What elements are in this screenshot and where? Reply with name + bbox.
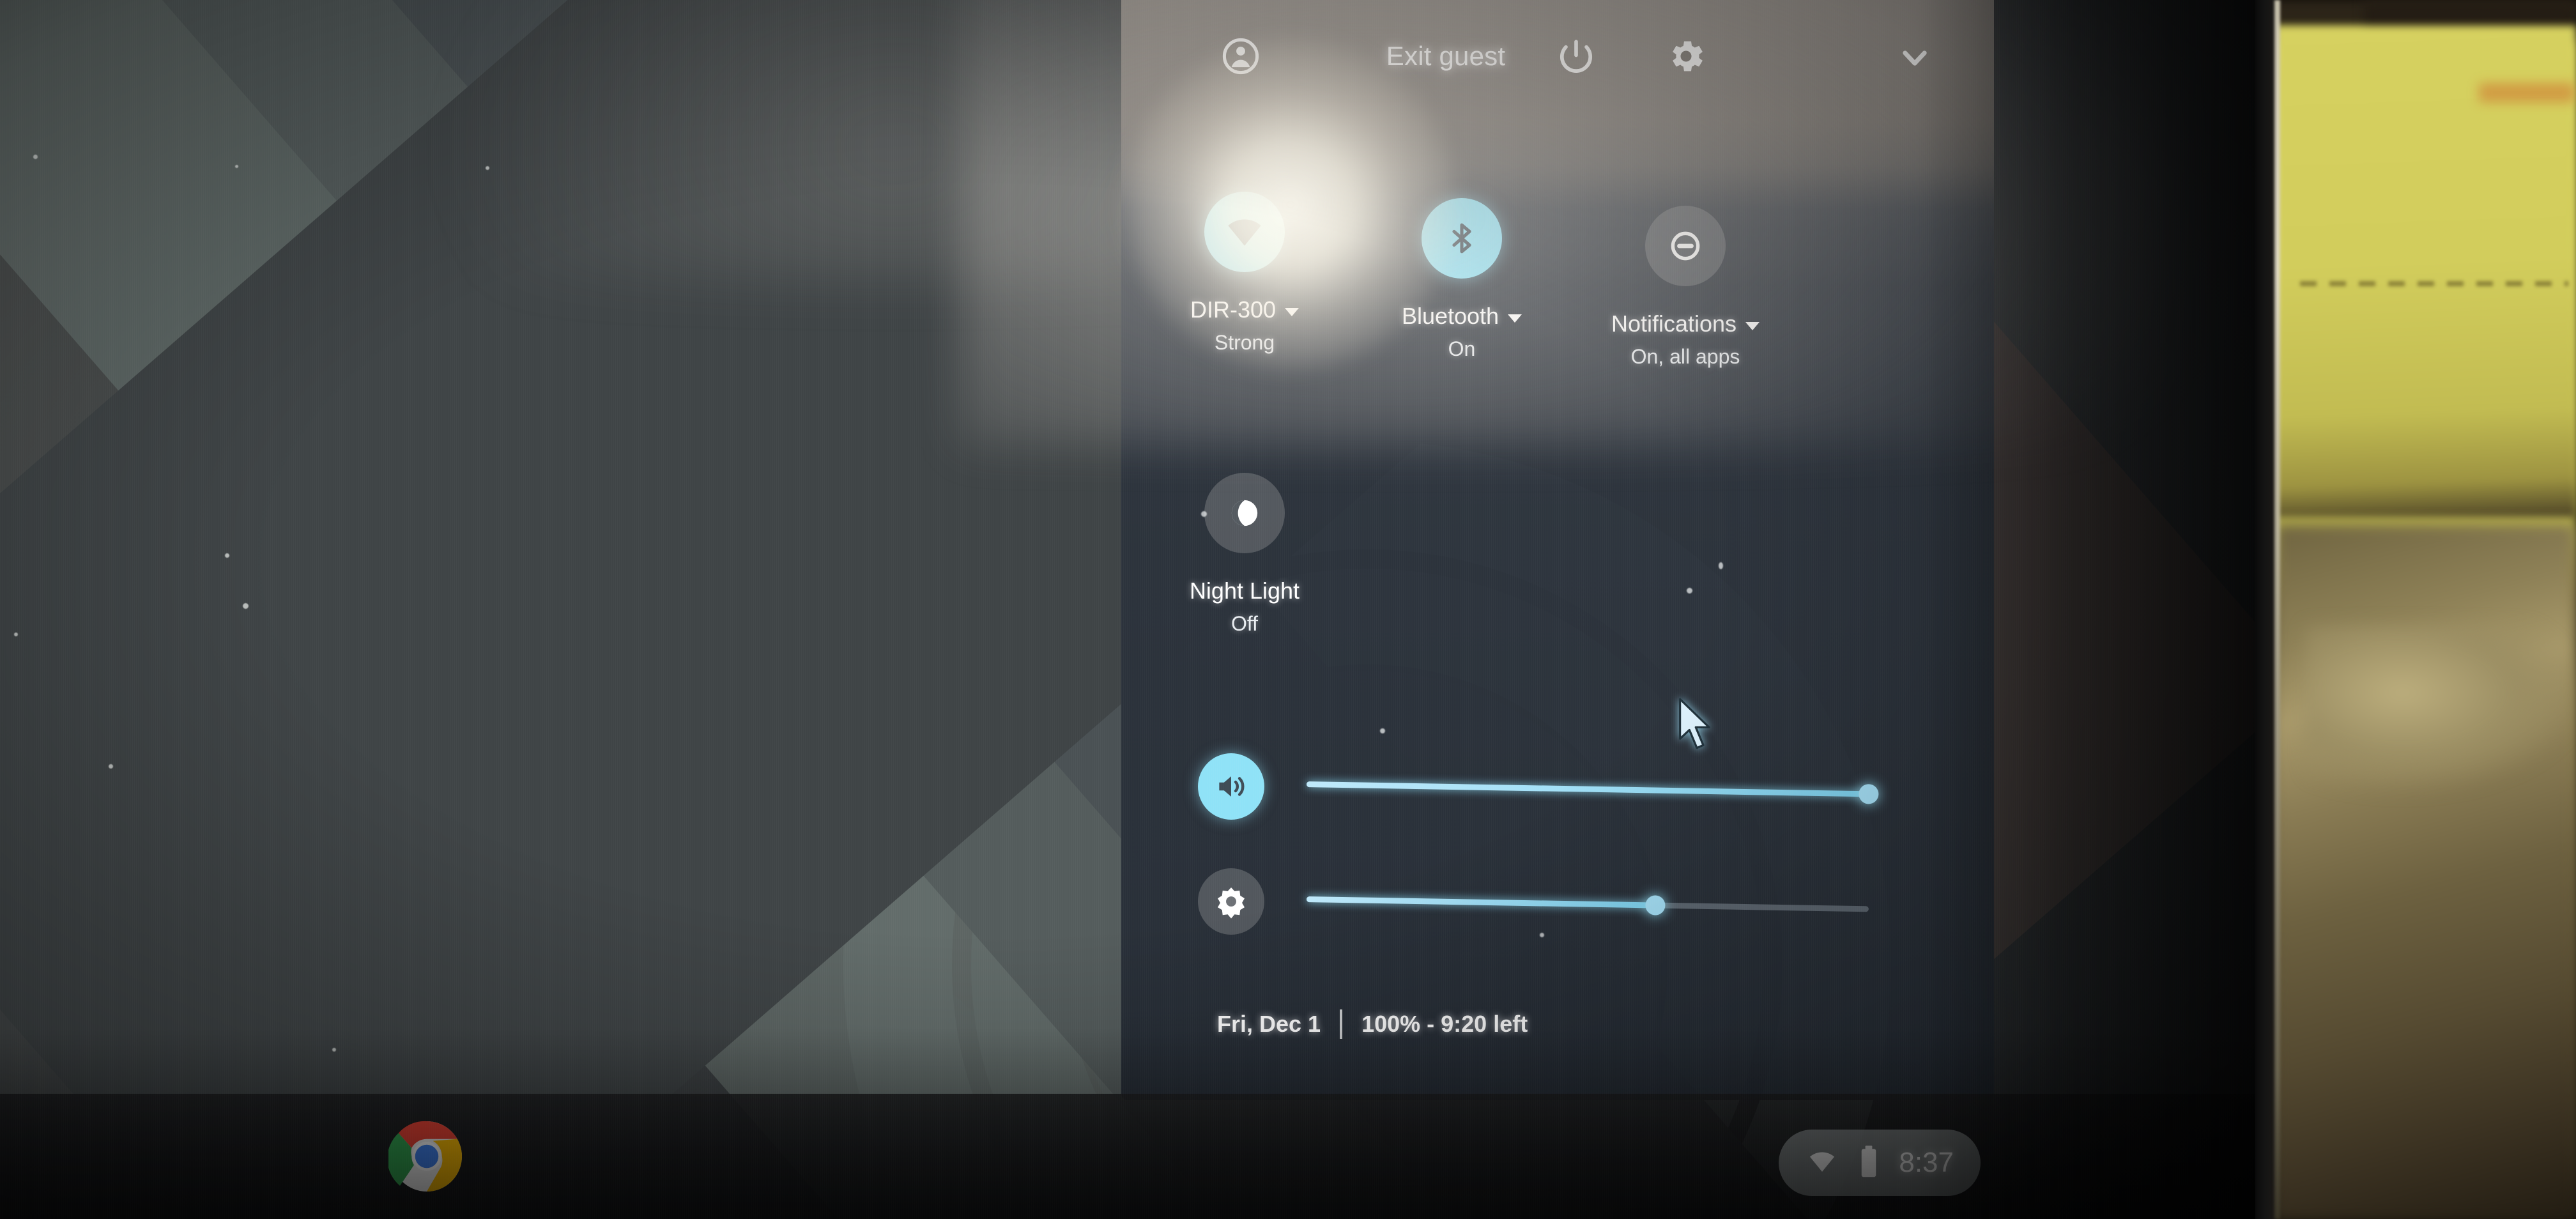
- screen-dust-speck: [1687, 588, 1692, 594]
- volume-slider-track[interactable]: [1306, 781, 1879, 804]
- background-orange-accent: [2479, 83, 2575, 102]
- volume-slider-row[interactable]: [1121, 751, 1994, 827]
- tile-night-light-status: Off: [1230, 612, 1259, 635]
- brightness-slider-fill: [1306, 896, 1655, 908]
- chromebook-screen: Exit guest DIR-300 Strong Bluetooth On N…: [0, 0, 2255, 1219]
- battery-full-icon[interactable]: [1858, 1144, 1880, 1182]
- volume-up-icon[interactable]: [1198, 753, 1264, 820]
- tile-network-label: DIR-300: [1139, 296, 1350, 323]
- brightness-slider-thumb[interactable]: [1644, 895, 1666, 916]
- tile-network[interactable]: DIR-300 Strong: [1139, 192, 1350, 355]
- battery-status-label: 100% - 9:20 left: [1361, 1011, 1528, 1037]
- tile-notifications-label-text: Notifications: [1611, 310, 1737, 337]
- gear-icon[interactable]: [1664, 34, 1708, 78]
- volume-slider-fill: [1306, 781, 1869, 797]
- chevron-down-icon[interactable]: [1508, 314, 1522, 323]
- background-dashed-line: [2300, 281, 2568, 286]
- tile-bluetooth-label: Bluetooth: [1356, 303, 1567, 330]
- brightness-slider-row[interactable]: [1121, 866, 1994, 942]
- brightness-icon[interactable]: [1198, 868, 1264, 935]
- power-icon[interactable]: [1556, 36, 1597, 77]
- exit-guest-button[interactable]: Exit guest: [1299, 38, 1593, 74]
- bluetooth-icon[interactable]: [1422, 198, 1502, 279]
- status-tray[interactable]: 8:37: [1779, 1130, 1981, 1196]
- chevron-down-icon[interactable]: [1745, 322, 1760, 330]
- date-label: Fri, Dec 1: [1217, 1011, 1321, 1037]
- laptop-bezel-right: [2254, 0, 2277, 1219]
- system-tray-panel: Exit guest DIR-300 Strong Bluetooth On N…: [1121, 0, 1994, 1100]
- screen-dust-speck: [1540, 933, 1544, 937]
- quick-settings-tiles: DIR-300 Strong Bluetooth On Notification…: [1121, 192, 1994, 635]
- panel-footer: Fri, Dec 1 100% - 9:20 left: [1217, 1009, 1528, 1039]
- do-not-disturb-icon[interactable]: [1645, 206, 1726, 286]
- panel-header: Exit guest: [1121, 31, 1994, 88]
- tile-night-light[interactable]: Night Light Off: [1139, 473, 1350, 636]
- screen-dust-speck: [1380, 728, 1385, 733]
- screen-dust-speck: [1719, 562, 1723, 569]
- chrome-icon[interactable]: [387, 1118, 465, 1195]
- tile-bluetooth-status: On: [1448, 337, 1476, 360]
- brightness-slider-track[interactable]: [1306, 895, 1869, 916]
- wifi-icon[interactable]: [1805, 1145, 1839, 1181]
- person-circle-icon[interactable]: [1220, 36, 1261, 77]
- tile-bluetooth[interactable]: Bluetooth On: [1356, 198, 1567, 361]
- tile-notifications-status: On, all apps: [1630, 345, 1740, 368]
- arrow-cursor: [1674, 696, 1720, 753]
- laptop-bezel-edge-highlight: [2274, 0, 2280, 1219]
- footer-divider: [1340, 1009, 1343, 1039]
- chevron-down-icon[interactable]: [1896, 40, 1933, 77]
- tile-notifications-label: Notifications: [1580, 310, 1791, 337]
- tile-bluetooth-label-text: Bluetooth: [1401, 303, 1499, 329]
- wifi-icon[interactable]: [1204, 192, 1285, 272]
- screen-dust-speck: [1201, 511, 1207, 517]
- tile-notifications[interactable]: Notifications On, all apps: [1580, 206, 1791, 369]
- photograph-of-chromebook-screen: Exit guest DIR-300 Strong Bluetooth On N…: [0, 0, 2576, 1219]
- moon-icon[interactable]: [1204, 473, 1285, 553]
- volume-slider-thumb[interactable]: [1859, 784, 1879, 804]
- tile-night-light-label: Night Light: [1189, 578, 1300, 604]
- shelf: 8:37: [0, 1094, 2255, 1219]
- chevron-down-icon[interactable]: [1285, 308, 1300, 316]
- tile-network-label-text: DIR-300: [1190, 296, 1276, 323]
- clock-label[interactable]: 8:37: [1899, 1147, 1954, 1179]
- background-highlight-swoosh: [2306, 626, 2576, 792]
- tile-network-status: Strong: [1214, 331, 1275, 354]
